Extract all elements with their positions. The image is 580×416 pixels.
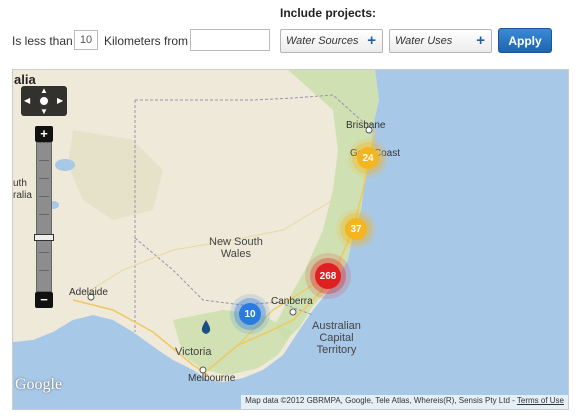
canberra-dot (289, 308, 297, 316)
zoom-tick (39, 270, 49, 271)
distance-input[interactable] (74, 30, 98, 50)
cluster-marker-24[interactable]: 24 (357, 147, 379, 169)
plus-icon: + (476, 32, 485, 49)
map-label-nsw: New South Wales (209, 236, 263, 260)
cluster-marker-10[interactable]: 10 (239, 303, 261, 325)
pan-control[interactable]: ▲ ▼ ◀ ▶ (21, 86, 67, 116)
water-uses-select[interactable]: Water Uses + (389, 29, 492, 53)
map-label-victoria: Victoria (175, 346, 212, 358)
map-view[interactable]: alia uth ralia Brisbane Gold Coast New S… (12, 69, 569, 410)
zoom-in-button[interactable]: + (35, 126, 53, 142)
map-label-brisbane: Brisbane (346, 120, 386, 131)
attribution-text: Map data ©2012 GBRMPA, Google, Tele Atla… (245, 396, 517, 405)
zoom-tick (39, 196, 49, 197)
google-logo[interactable]: Google (15, 376, 62, 394)
pan-left-icon[interactable]: ◀ (24, 97, 30, 105)
zoom-tick (39, 252, 49, 253)
terms-of-use-link[interactable]: Terms of Use (517, 396, 564, 405)
water-sources-select[interactable]: Water Sources + (280, 29, 383, 53)
plus-icon: + (367, 32, 376, 49)
water-uses-label: Water Uses (395, 35, 453, 47)
zoom-control[interactable]: + − (34, 126, 54, 308)
map-label-act: Australian Capital Territory (312, 320, 361, 356)
include-projects-heading: Include projects: (280, 6, 377, 20)
zoom-tick (39, 214, 49, 215)
cluster-marker-37[interactable]: 37 (345, 218, 367, 240)
kilometers-from-label: Kilometers from (104, 34, 189, 48)
map-attribution: Map data ©2012 GBRMPA, Google, Tele Atla… (241, 395, 568, 409)
map-label-ralia-partial: ralia (13, 190, 32, 201)
map-label-south-partial: uth (13, 178, 27, 189)
map-label-australia-partial: alia (14, 72, 36, 87)
street-view-icon[interactable] (38, 95, 50, 107)
location-input[interactable] (190, 29, 270, 51)
filter-bar: Include projects: Is less than Kilometer… (0, 0, 580, 64)
cluster-marker-268[interactable]: 268 (315, 263, 341, 289)
is-less-than-label: Is less than (12, 34, 73, 48)
map-base-layer (13, 70, 379, 396)
map-label-adelaide: Adelaide (69, 287, 108, 298)
zoom-tick (39, 178, 49, 179)
map-label-canberra: Canberra (271, 296, 313, 307)
pan-right-icon[interactable]: ▶ (57, 97, 63, 105)
zoom-out-button[interactable]: − (35, 292, 53, 308)
zoom-slider-handle[interactable] (34, 234, 54, 241)
zoom-tick (39, 160, 49, 161)
apply-button[interactable]: Apply (498, 28, 552, 53)
pan-up-icon[interactable]: ▲ (40, 87, 48, 95)
lake (55, 159, 75, 171)
map-label-melbourne: Melbourne (188, 373, 236, 384)
pan-down-icon[interactable]: ▼ (40, 108, 48, 116)
water-sources-label: Water Sources (286, 35, 359, 47)
